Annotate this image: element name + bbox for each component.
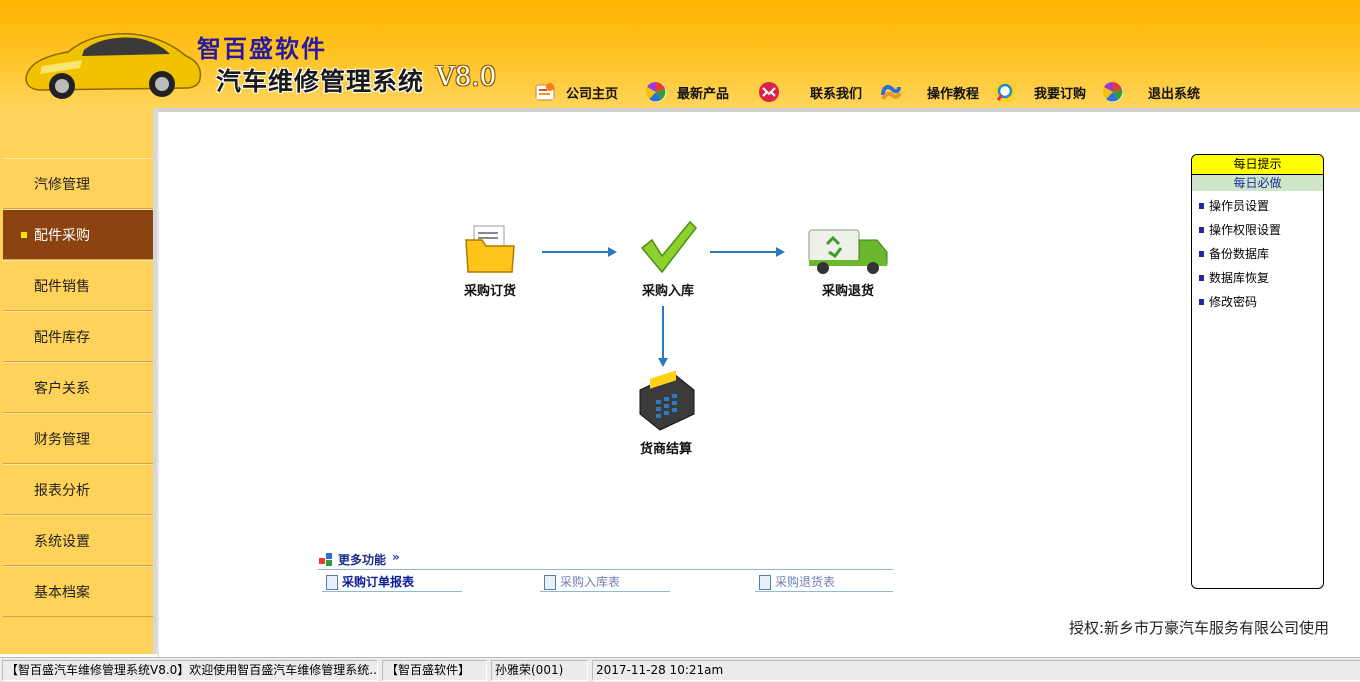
tip-permission-settings[interactable]: 操作权限设置 (1192, 218, 1323, 242)
status-bar: 【智百盛汽车维修管理系统V8.0】欢迎使用智百盛汽车维修管理系统... 【智百盛… (0, 657, 1360, 682)
license-text: 授权:新乡市万豪汽车服务有限公司使用 (1069, 619, 1330, 637)
flow-label: 采购订货 (463, 284, 516, 299)
system-version: V8.0 (436, 62, 497, 92)
tip-backup-database[interactable]: 备份数据库 (1192, 242, 1323, 266)
nav-new-products[interactable]: 最新产品 (645, 78, 729, 106)
tip-restore-database[interactable]: 数据库恢复 (1192, 266, 1323, 290)
sidebar-item-label: 财务管理 (34, 431, 90, 448)
bullet-icon (1199, 203, 1204, 209)
nav-label: 公司主页 (566, 86, 619, 102)
link-purchase-order-report[interactable]: 采购订单报表 (322, 573, 462, 592)
link-label: 采购退货表 (775, 575, 836, 589)
active-marker (21, 232, 27, 238)
tutorial-icon (881, 85, 901, 100)
status-datetime: 2017-11-28 10:21am (592, 660, 1360, 681)
status-user: 孙雅荣(001) (491, 660, 588, 681)
tips-title: 每日提示 (1192, 155, 1323, 175)
pos-terminal-icon (639, 370, 695, 431)
nav-company-home[interactable]: 公司主页 (534, 78, 618, 106)
tip-label: 操作权限设置 (1209, 223, 1282, 237)
flow-supplier-settle[interactable]: 货商结算 (624, 370, 708, 457)
tip-change-password[interactable]: 修改密码 (1192, 290, 1323, 314)
nav-exit[interactable]: 退出系统 (1102, 78, 1200, 106)
contact-icon (759, 82, 779, 102)
sidebar-item-settings[interactable]: 系统设置 (3, 515, 153, 566)
link-label: 采购订单报表 (342, 575, 415, 589)
checkmark-icon (640, 220, 697, 274)
tip-label: 修改密码 (1209, 295, 1258, 309)
tip-label: 备份数据库 (1209, 247, 1270, 261)
folder-icon (465, 225, 515, 273)
bullet-icon (1199, 275, 1204, 281)
sidebar-item-label: 报表分析 (34, 482, 90, 499)
exit-icon (1102, 81, 1123, 102)
nav-tutorial[interactable]: 操作教程 (880, 78, 979, 106)
app-header: 智百盛软件 汽车维修管理系统 V8.0 公司主页 最新产品 联系我们 操作教程 … (0, 0, 1360, 108)
more-functions: 更多功能 » 采购订单报表 采购入库表 采购退货表 (318, 550, 893, 595)
nav-label: 联系我们 (810, 86, 863, 102)
divider (318, 569, 893, 570)
nav-label: 我要订购 (1034, 86, 1087, 102)
flow-label: 货商结算 (639, 442, 692, 457)
tip-label: 操作员设置 (1209, 199, 1270, 213)
bullet-icon (1199, 299, 1204, 305)
flow-purchase-order[interactable]: 采购订货 (450, 224, 530, 299)
flow-label: 采购入库 (641, 284, 694, 299)
sidebar-item-label: 配件库存 (34, 329, 90, 346)
sidebar-item-label: 基本档案 (34, 584, 90, 601)
sidebar-item-reports[interactable]: 报表分析 (3, 464, 153, 515)
sidebar-item-label: 配件销售 (34, 278, 90, 295)
tip-label: 数据库恢复 (1209, 271, 1270, 285)
sidebar-item-inventory[interactable]: 配件库存 (3, 311, 153, 362)
arrow-right-icon (710, 247, 785, 257)
tips-subtitle: 每日必做 (1192, 175, 1323, 191)
link-label: 采购入库表 (560, 575, 621, 589)
bullet-icon (1199, 227, 1204, 233)
arrow-right-icon (542, 247, 617, 257)
nav-contact-us[interactable]: 联系我们 (758, 78, 862, 106)
recycle-truck-icon (808, 229, 888, 274)
sidebar-item-repair[interactable]: 汽修管理 (3, 158, 153, 209)
car-logo-icon (25, 32, 202, 99)
daily-tips-panel: 每日提示 每日必做 操作员设置 操作权限设置 备份数据库 数据库恢复 修改密码 (1191, 154, 1324, 589)
system-title: 汽车维修管理系统 (216, 67, 425, 96)
double-chevron-icon: » (392, 550, 400, 564)
sidebar-item-purchase[interactable]: 配件采购 (3, 209, 153, 260)
nav-order[interactable]: 我要订购 (994, 78, 1086, 106)
arrow-down-icon (658, 306, 668, 367)
flow-purchase-return[interactable]: 采购退货 (806, 224, 890, 299)
sidebar-item-customer[interactable]: 客户关系 (3, 362, 153, 413)
tip-operator-settings[interactable]: 操作员设置 (1192, 194, 1323, 218)
nav-label: 最新产品 (677, 86, 730, 102)
sidebar: 汽修管理 配件采购 配件销售 配件库存 客户关系 财务管理 报表分析 系统设置 … (0, 108, 157, 654)
sidebar-item-label: 客户关系 (34, 380, 90, 397)
flow-purchase-inbound[interactable]: 采购入库 (628, 218, 708, 299)
blocks-icon (319, 553, 332, 566)
flow-label: 采购退货 (821, 284, 874, 299)
brand-name: 智百盛软件 (197, 35, 327, 63)
sidebar-item-label: 汽修管理 (34, 176, 90, 193)
search-order-icon (995, 82, 1015, 102)
status-welcome: 【智百盛汽车维修管理系统V8.0】欢迎使用智百盛汽车维修管理系统... (2, 660, 378, 681)
document-icon (544, 575, 556, 590)
document-icon (326, 575, 338, 590)
nav-label: 退出系统 (1148, 86, 1201, 102)
document-icon (759, 575, 771, 590)
status-company: 【智百盛软件】 (382, 660, 487, 681)
sidebar-item-sales[interactable]: 配件销售 (3, 260, 153, 311)
link-purchase-return-report[interactable]: 采购退货表 (755, 573, 893, 592)
link-purchase-inbound-report[interactable]: 采购入库表 (540, 573, 670, 592)
sidebar-item-label: 配件采购 (34, 227, 90, 244)
sidebar-item-label: 系统设置 (34, 533, 90, 550)
product-icon (645, 81, 666, 102)
home-icon (535, 83, 555, 101)
more-functions-title: 更多功能 (338, 553, 387, 567)
sidebar-item-finance[interactable]: 财务管理 (3, 413, 153, 464)
nav-label: 操作教程 (927, 86, 980, 102)
bullet-icon (1199, 251, 1204, 257)
sidebar-item-archive[interactable]: 基本档案 (3, 566, 153, 617)
